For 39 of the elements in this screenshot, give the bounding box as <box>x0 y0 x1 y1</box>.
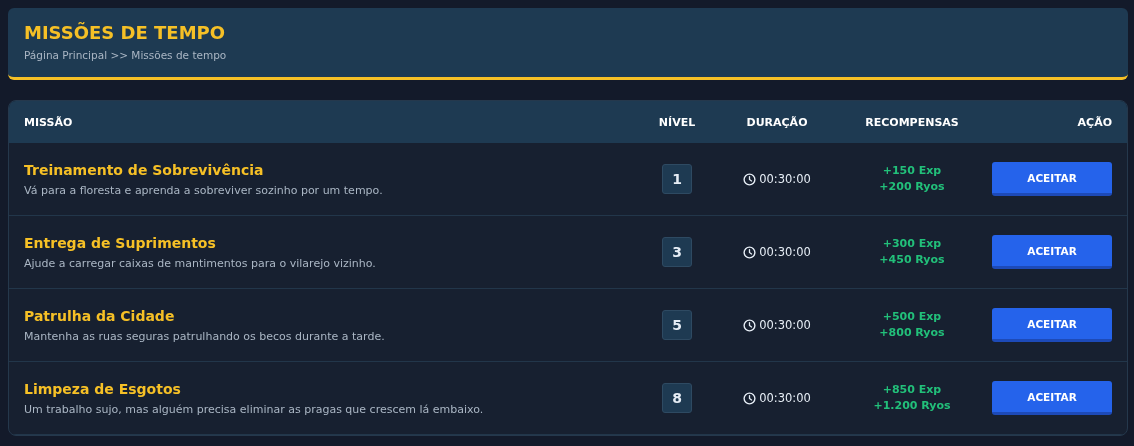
clock-icon <box>743 172 757 186</box>
duration-text: 00:30:00 <box>759 318 811 332</box>
column-header: MISSÃO <box>24 115 73 129</box>
reward-text: +850 Exp <box>882 382 942 398</box>
reward-text: +200 Ryos <box>879 179 945 195</box>
column-header: DURAÇÃO <box>746 115 808 129</box>
clock-icon <box>743 391 757 405</box>
reward-text: +800 Ryos <box>879 325 945 341</box>
accept-button[interactable]: ACEITAR <box>992 381 1112 415</box>
level-badge: 8 <box>662 383 692 413</box>
reward-text: +150 Exp <box>882 163 942 179</box>
mission-description: Ajude a carregar caixas de mantimentos para o vilarejo vizinho. <box>24 256 376 270</box>
mission-description: Vá para a floresta e aprenda a sobreviver sozinho por um tempo. <box>24 183 383 197</box>
clock-icon <box>743 318 757 332</box>
mission-description: Um trabalho sujo, mas alguém precisa eliminar as pragas que crescem lá embaixo. <box>24 402 484 416</box>
accept-button[interactable]: ACEITAR <box>992 235 1112 269</box>
level-badge: 5 <box>662 310 692 340</box>
level-badge: 1 <box>662 164 692 194</box>
column-header: RECOMPENSAS <box>865 115 959 129</box>
accept-button[interactable]: ACEITAR <box>992 162 1112 196</box>
reward-text: +1.200 Ryos <box>873 398 951 414</box>
duration-text: 00:30:00 <box>759 172 811 186</box>
column-header: AÇÃO <box>1077 115 1112 129</box>
reward-text: +300 Exp <box>882 236 942 252</box>
column-header: NÍVEL <box>658 115 696 129</box>
breadcrumb: Página Principal >> Missões de tempo <box>24 49 227 61</box>
level-badge: 3 <box>662 237 692 267</box>
mission-description: Mantenha as ruas seguras patrulhando os becos durante a tarde. <box>24 329 385 343</box>
mission-title: Patrulha da Cidade <box>24 307 175 324</box>
reward-text: +500 Exp <box>882 309 942 325</box>
reward-text: +450 Ryos <box>879 252 945 268</box>
mission-title: Entrega de Suprimentos <box>24 234 216 251</box>
page-title: MISSÕES DE TEMPO <box>24 22 226 43</box>
clock-icon <box>743 245 757 259</box>
mission-title: Treinamento de Sobrevivência <box>24 161 264 178</box>
accept-button[interactable]: ACEITAR <box>992 308 1112 342</box>
mission-title: Limpeza de Esgotos <box>24 380 181 397</box>
duration-text: 00:30:00 <box>759 245 811 259</box>
duration-text: 00:30:00 <box>759 391 811 405</box>
